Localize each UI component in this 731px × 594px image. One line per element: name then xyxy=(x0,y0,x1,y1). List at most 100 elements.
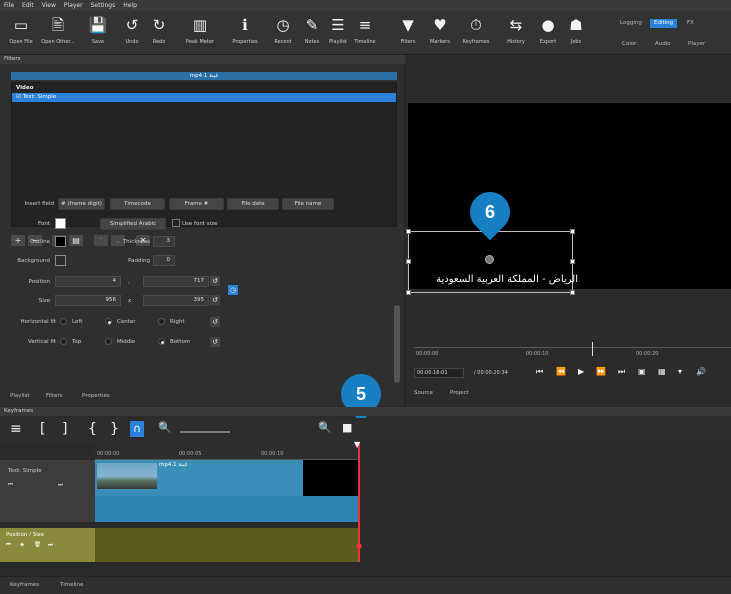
set-out-icon[interactable]: ] xyxy=(62,421,67,437)
menu-file[interactable]: File xyxy=(4,2,14,9)
grid-icon[interactable]: ▦ xyxy=(658,367,666,376)
insert-frame-number-button[interactable]: Frame # xyxy=(169,198,224,210)
layout-tab-fx[interactable]: FX xyxy=(683,19,698,28)
vfit-middle-radio[interactable] xyxy=(105,338,112,345)
trim-in-icon[interactable]: { xyxy=(88,421,97,437)
font-color-swatch[interactable] xyxy=(55,218,66,229)
move-handle[interactable] xyxy=(485,255,494,264)
toggle-zoom-icon[interactable]: ▣ xyxy=(638,367,646,376)
play-icon[interactable]: ▶ xyxy=(578,367,584,376)
insert-timecode-button[interactable]: Timecode xyxy=(110,198,165,210)
zoom-in-icon[interactable]: 🔍 xyxy=(318,421,332,434)
link-keyframes-icon[interactable]: ◷ xyxy=(228,285,238,295)
peak-meter-button[interactable]: ▥ Peak Meter xyxy=(180,15,220,45)
hfit-center-radio[interactable] xyxy=(105,318,112,325)
insert-frame-digit-button[interactable]: # (frame digit) xyxy=(58,198,105,210)
keyframe-point[interactable]: ● xyxy=(356,542,362,550)
set-in-icon[interactable]: [ xyxy=(40,421,45,437)
thickness-field[interactable]: 3 xyxy=(153,236,175,247)
redo-button[interactable]: ↻ Redo xyxy=(139,15,179,45)
layout-audio[interactable]: Audio xyxy=(655,41,671,47)
hfit-left-radio[interactable] xyxy=(60,318,67,325)
keyframe-lane[interactable] xyxy=(95,528,360,562)
timeline-clip[interactable]: mp4.1 غينة xyxy=(95,460,303,496)
zoom-out-icon[interactable]: 🔍 xyxy=(158,421,172,434)
position-x-field[interactable]: 4 xyxy=(55,276,121,287)
resize-handle-bottom-left[interactable] xyxy=(406,290,411,295)
jobs-button[interactable]: ☗ Jobs xyxy=(556,15,596,45)
properties-button[interactable]: ℹ Properties xyxy=(225,15,265,45)
viewer-playhead[interactable] xyxy=(592,342,593,356)
reset-size-icon[interactable]: ↺ xyxy=(210,295,220,305)
viewer-timeline-ruler[interactable]: 00:00:00 00:00:10 00:00:20 xyxy=(414,342,731,363)
tab-project[interactable]: Project xyxy=(450,390,469,396)
reset-hfit-icon[interactable]: ↺ xyxy=(210,317,220,327)
resize-handle-right[interactable] xyxy=(570,259,575,264)
menu-view[interactable]: View xyxy=(42,2,56,9)
resize-handle-bottom-right[interactable] xyxy=(570,290,575,295)
font-button[interactable]: Simplified Arabic xyxy=(100,218,166,230)
rewind-icon[interactable]: ⏪ xyxy=(556,367,566,376)
open-file-button[interactable]: ▭ Open File xyxy=(1,15,41,45)
hfit-right-radio[interactable] xyxy=(158,318,165,325)
layout-color[interactable]: Color xyxy=(622,41,636,47)
current-timecode-field[interactable]: 00:00:16:01 xyxy=(414,368,464,378)
vfit-bottom-radio[interactable] xyxy=(158,338,165,345)
size-height-field[interactable]: 395 xyxy=(143,295,209,306)
vfit-top-radio[interactable] xyxy=(60,338,67,345)
track-header-position-size[interactable]: Position / Size ⏮ ◈ 🗑 ⏭ xyxy=(0,528,95,562)
filters-scrollbar[interactable] xyxy=(394,305,400,383)
paste-filter-icon[interactable]: ▤ xyxy=(69,235,83,246)
markers-button[interactable]: ♥ Markers xyxy=(420,15,460,45)
track2-next-keyframe-icon[interactable]: ⏭ xyxy=(48,542,53,549)
background-color-swatch[interactable] xyxy=(55,255,66,266)
menu-player[interactable]: Player xyxy=(64,2,83,9)
chevron-down-icon[interactable]: ▾ xyxy=(678,367,682,376)
tab-source[interactable]: Source xyxy=(414,390,433,396)
use-font-size-checkbox[interactable] xyxy=(172,219,180,227)
tab-properties[interactable]: Properties xyxy=(82,393,110,399)
keyframes-ruler[interactable]: 00:00:00 00:00:05 00:00:10 xyxy=(95,442,360,460)
snap-magnet-icon[interactable]: ∩ xyxy=(130,421,144,437)
layout-tab-editing[interactable]: Editing xyxy=(650,19,678,28)
skip-next-icon[interactable]: ⏭ xyxy=(618,367,625,377)
track2-delete-keyframe-icon[interactable]: 🗑 xyxy=(34,542,41,548)
keyframes-menu-icon[interactable]: ≡ xyxy=(10,421,22,437)
filter-item-text-simple[interactable]: ☑ Text: Simple xyxy=(12,93,396,102)
keyframes-button[interactable]: ⏱ Keyframes xyxy=(456,15,496,45)
playhead-marker-icon[interactable]: ▼ xyxy=(354,440,360,449)
resize-handle-top-left[interactable] xyxy=(406,229,411,234)
track1-next-keyframe-icon[interactable]: ⏭ xyxy=(58,482,63,489)
size-width-field[interactable]: 956 xyxy=(55,295,121,306)
track1-prev-keyframe-icon[interactable]: ⏮ xyxy=(8,482,13,489)
tab-playlist[interactable]: Playlist xyxy=(10,393,30,399)
layout-tab-logging[interactable]: Logging xyxy=(616,19,646,28)
track2-add-keyframe-icon[interactable]: ◈ xyxy=(20,542,24,548)
fast-forward-icon[interactable]: ⏩ xyxy=(596,367,606,376)
skip-previous-icon[interactable]: ⏮ xyxy=(536,367,543,377)
layout-player[interactable]: Player xyxy=(688,41,705,47)
menu-settings[interactable]: Settings xyxy=(91,2,116,9)
open-other-button[interactable]: 🖹 Open Other... xyxy=(38,15,78,45)
tab-keyframes[interactable]: Keyframes xyxy=(10,582,39,588)
zoom-fit-icon[interactable]: ■ xyxy=(342,421,352,434)
timeline-button[interactable]: ≡ Timeline xyxy=(345,15,385,45)
insert-file-name-button[interactable]: File name xyxy=(282,198,334,210)
volume-icon[interactable]: 🔊 xyxy=(696,367,706,376)
outline-color-swatch[interactable] xyxy=(55,236,66,247)
track2-prev-keyframe-icon[interactable]: ⏮ xyxy=(6,542,11,549)
menu-help[interactable]: Help xyxy=(123,2,137,9)
trim-out-icon[interactable]: } xyxy=(110,421,119,437)
menu-edit[interactable]: Edit xyxy=(22,2,34,9)
reset-position-icon[interactable]: ↺ xyxy=(210,276,220,286)
track-header-text-simple[interactable]: Text: Simple ⏮ ⏭ xyxy=(0,460,95,522)
tab-filters[interactable]: Filters xyxy=(46,393,63,399)
insert-file-date-button[interactable]: File date xyxy=(227,198,279,210)
padding-field[interactable]: 0 xyxy=(153,255,175,266)
resize-handle-left[interactable] xyxy=(406,259,411,264)
resize-handle-top-right[interactable] xyxy=(570,229,575,234)
tab-timeline[interactable]: Timeline xyxy=(60,582,83,588)
reset-vfit-icon[interactable]: ↺ xyxy=(210,337,220,347)
zoom-slider[interactable] xyxy=(180,431,230,433)
position-y-field[interactable]: 717 xyxy=(143,276,209,287)
